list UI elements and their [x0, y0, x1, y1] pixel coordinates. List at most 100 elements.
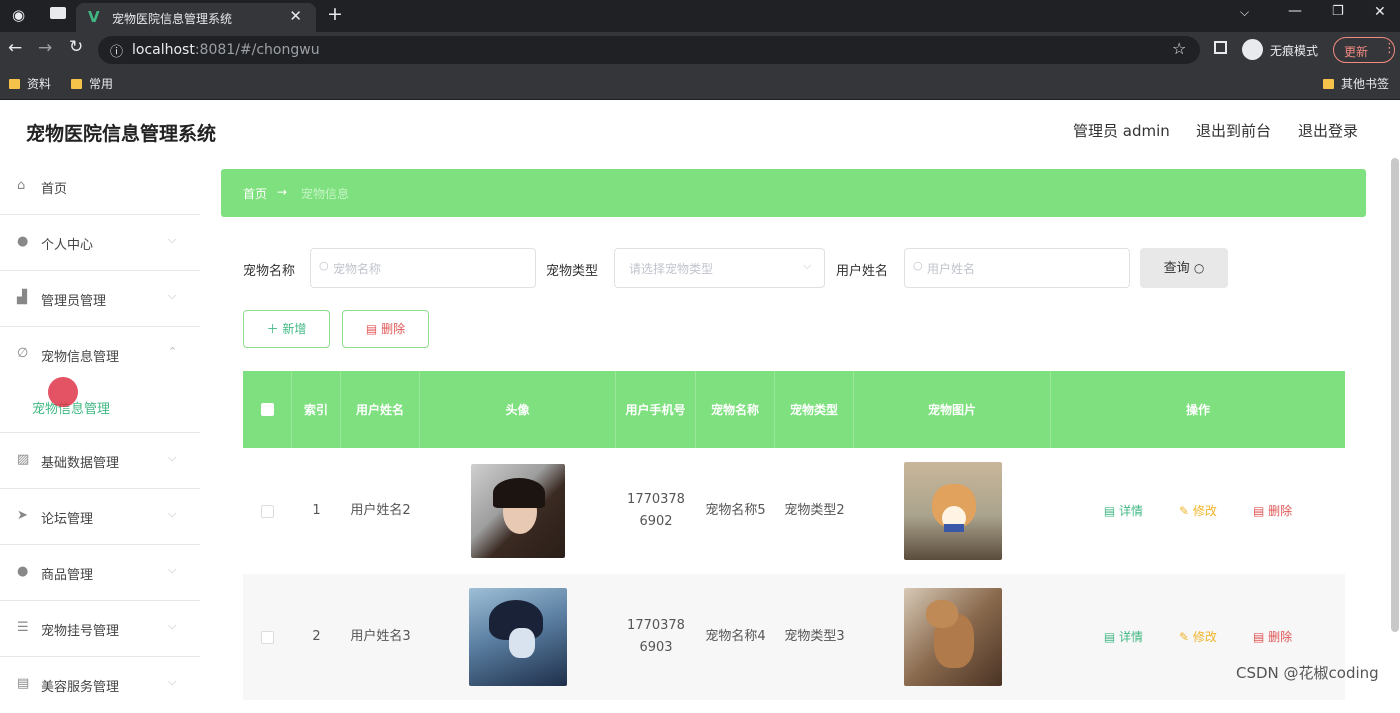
pet-type-label: 宠物类型	[546, 264, 599, 279]
sidebar: ⌂ 首页 ● 个人中心 ⌵ ▟ 管理员管理 ⌵ ∅ 宠物信息管理 ⌃ 宠物信息管…	[0, 159, 200, 695]
page-scrollbar[interactable]	[1391, 158, 1399, 632]
pet-type-select[interactable]: 请选择宠物类型 ⌵	[614, 248, 825, 288]
browser-tab[interactable]: V 宠物医院信息管理系统 ✕	[76, 3, 316, 32]
cell-pet-image	[854, 448, 1051, 574]
logout-link[interactable]: 退出登录	[1298, 120, 1358, 141]
other-bookmarks[interactable]: 其他书签	[1323, 75, 1389, 92]
cell-pet-type: 宠物类型3	[784, 629, 845, 644]
edit-link[interactable]: ✎ 修改	[1179, 626, 1217, 648]
info-icon[interactable]: ⓘ	[110, 41, 123, 60]
sidebar-item-label: 论坛管理	[41, 512, 94, 527]
cell-index: 1	[312, 503, 321, 518]
search-button[interactable]: 查询 ○	[1140, 248, 1228, 288]
avatar-image	[469, 588, 567, 686]
add-button[interactable]: ＋ 新增	[243, 310, 330, 348]
folder-icon	[9, 79, 20, 89]
pet-type-placeholder: 请选择宠物类型	[629, 262, 714, 276]
chevron-down-icon: ⌵	[168, 675, 177, 688]
more-icon[interactable]: ⋮	[1383, 41, 1396, 56]
header-label: 宠物类型	[789, 402, 838, 417]
chevron-up-icon: ⌃	[168, 345, 178, 358]
cell-pet-type: 宠物类型2	[784, 503, 845, 518]
sidebar-item-admins[interactable]: ▟ 管理员管理 ⌵	[0, 271, 200, 327]
header-label: 宠物名称	[710, 402, 759, 417]
chrome-menu-icon[interactable]: ◉	[12, 6, 25, 24]
pet-name-placeholder: 宠物名称	[333, 262, 382, 276]
restore-icon[interactable]: ❐	[1332, 4, 1344, 19]
edit-link[interactable]: ✎ 修改	[1179, 500, 1217, 522]
sidebar-item-base-data[interactable]: ▨ 基础数据管理 ⌵	[0, 433, 200, 489]
pet-name-input[interactable]: ○ 宠物名称	[310, 248, 536, 288]
incognito-icon	[1242, 39, 1263, 60]
user-name-input[interactable]: ○ 用户姓名	[904, 248, 1130, 288]
avatar-image	[471, 464, 565, 558]
search-icon: ○	[1193, 261, 1205, 275]
header-avatar[interactable]: 头像	[420, 371, 616, 448]
chevron-down-icon: ⌵	[168, 289, 177, 302]
table-row: 1 用户姓名2 17703786902 宠物名称5 宠物类型2 ▤ 详情 ✎ 修…	[243, 448, 1345, 574]
bookmark-folder-changyong[interactable]: 常用	[71, 75, 113, 92]
chevron-down-icon[interactable]: ⌵	[1240, 5, 1249, 20]
user-name-placeholder: 用户姓名	[927, 262, 976, 276]
forward-icon[interactable]: →	[38, 38, 52, 58]
sidebar-item-pet-info[interactable]: ∅ 宠物信息管理 ⌃	[0, 327, 200, 383]
update-button[interactable]: 更新 ⋮	[1333, 37, 1396, 63]
pet-name-label: 宠物名称	[243, 264, 296, 279]
header-phone[interactable]: 用户手机号	[616, 371, 696, 448]
back-to-front-link[interactable]: 退出到前台	[1196, 120, 1271, 141]
search-icon: ○	[319, 259, 329, 272]
row-select-cell	[243, 574, 292, 700]
sidebar-item-beauty[interactable]: ▤ 美容服务管理 ⌵	[0, 657, 200, 713]
mouse-cursor	[48, 377, 78, 407]
row-checkbox[interactable]	[261, 504, 274, 518]
reload-icon[interactable]: ↻	[69, 37, 83, 57]
cell-user-name: 用户姓名2	[350, 503, 411, 518]
incognito-label: 无痕模式	[1270, 44, 1319, 58]
sidepanel-icon[interactable]	[1214, 41, 1227, 54]
header-user-name[interactable]: 用户姓名	[341, 371, 420, 448]
select-all-checkbox[interactable]	[260, 403, 274, 416]
sidebar-item-label: 管理员管理	[41, 294, 107, 309]
detail-label: 详情	[1119, 630, 1144, 644]
edit-label: 修改	[1192, 504, 1217, 518]
other-bookmarks-label: 其他书签	[1341, 77, 1390, 91]
delete-link[interactable]: ▤ 删除	[1253, 626, 1292, 648]
delete-button-label: 删除	[381, 322, 406, 336]
url-field[interactable]: ⓘ localhost:8081/#/chongwu ☆	[98, 36, 1200, 64]
delete-link[interactable]: ▤ 删除	[1253, 500, 1292, 522]
bookmark-folder-ziliao[interactable]: 资料	[9, 75, 51, 92]
delete-button[interactable]: ▤ 删除	[342, 310, 429, 348]
minimize-icon[interactable]: —	[1288, 3, 1302, 19]
detail-link[interactable]: ▤ 详情	[1104, 500, 1143, 522]
sidebar-item-label: 美容服务管理	[41, 680, 120, 695]
header-index[interactable]: 索引	[292, 371, 341, 448]
close-tab-icon[interactable]: ✕	[289, 7, 302, 25]
sidebar-item-registration[interactable]: ☰ 宠物挂号管理 ⌵	[0, 601, 200, 657]
chevron-down-icon: ⌵	[168, 233, 177, 246]
cell-phone: 17703786902	[627, 492, 685, 529]
header-pet-name[interactable]: 宠物名称	[696, 371, 775, 448]
close-window-icon[interactable]: ✕	[1374, 4, 1386, 20]
breadcrumb-home[interactable]: 首页	[243, 185, 267, 202]
tab-search-icon[interactable]	[50, 7, 66, 19]
header-operations: 操作	[1051, 371, 1345, 448]
detail-link[interactable]: ▤ 详情	[1104, 626, 1143, 648]
url-path: :8081/#/chongwu	[194, 42, 320, 58]
app-root: 宠物医院信息管理系统 管理员 admin 退出到前台 退出登录 ⌂ 首页 ● 个…	[0, 100, 1400, 700]
sidebar-item-goods[interactable]: ● 商品管理 ⌵	[0, 545, 200, 601]
search-button-label: 查询	[1163, 261, 1190, 276]
edit-label: 修改	[1192, 630, 1217, 644]
star-icon[interactable]: ☆	[1172, 39, 1186, 58]
chevron-down-icon: ⌵	[803, 259, 812, 272]
header-pet-image[interactable]: 宠物图片	[854, 371, 1051, 448]
sidebar-item-forum[interactable]: ➤ 论坛管理 ⌵	[0, 489, 200, 545]
cell-phone: 17703786903	[627, 618, 685, 655]
new-tab-icon[interactable]: +	[327, 3, 343, 25]
sidebar-item-home[interactable]: ⌂ 首页	[0, 159, 200, 215]
bowtie-shape	[943, 524, 964, 532]
dog-head-shape	[925, 600, 958, 628]
header-pet-type[interactable]: 宠物类型	[775, 371, 854, 448]
back-icon[interactable]: ←	[8, 38, 22, 58]
row-checkbox[interactable]	[261, 630, 274, 644]
sidebar-item-profile[interactable]: ● 个人中心 ⌵	[0, 215, 200, 271]
